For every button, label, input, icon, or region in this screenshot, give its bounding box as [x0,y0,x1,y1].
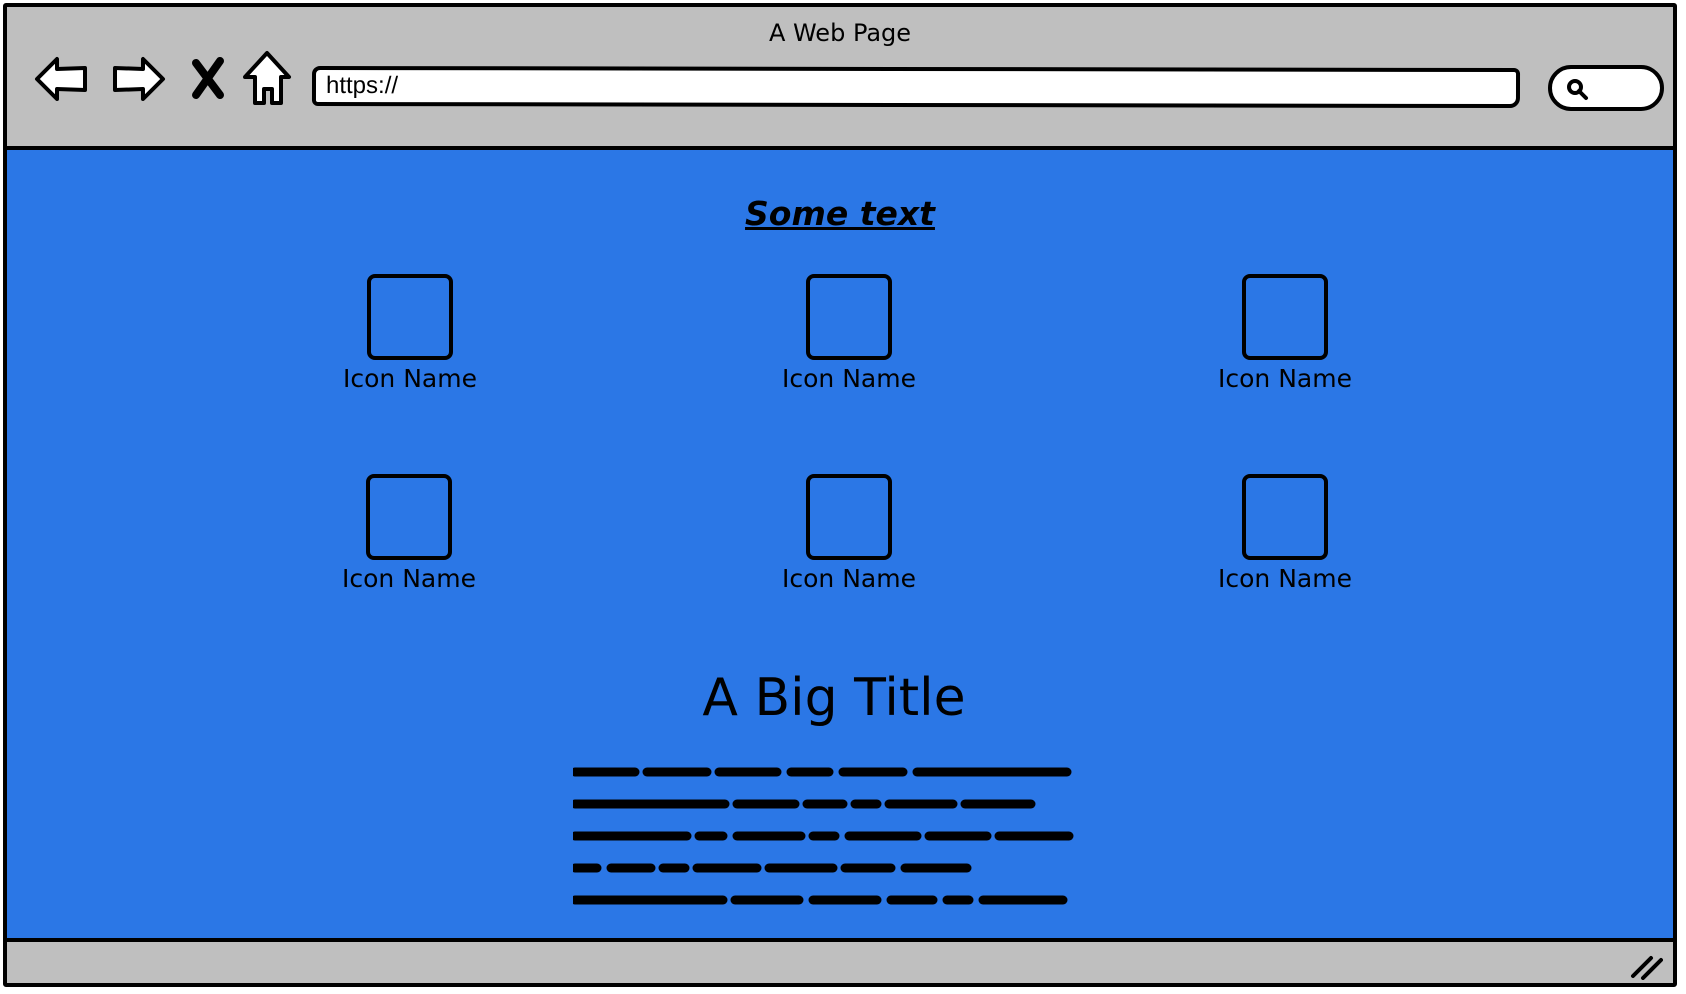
back-arrow-icon [35,57,87,101]
placeholder-icon [366,474,452,560]
back-button[interactable] [31,47,95,111]
icon-item[interactable]: Icon Name [1195,274,1375,404]
icon-label: Icon Name [343,364,477,393]
home-icon [243,51,291,105]
icon-item[interactable]: Icon Name [1195,474,1375,604]
window-title: A Web Page [768,19,912,47]
icon-label: Icon Name [782,364,916,393]
forward-arrow-icon [113,57,165,101]
page-content: Some text Icon Name Icon Name Icon Name … [7,146,1673,942]
placeholder-paragraph-scribble [573,767,1074,905]
search-icon [1567,79,1588,100]
icon-label: Icon Name [782,564,916,593]
icon-item[interactable]: Icon Name [320,274,500,404]
url-input[interactable] [315,69,1517,105]
some-text-link[interactable]: Some text [7,194,1673,233]
placeholder-icon [1242,274,1328,360]
address-bar[interactable] [311,65,1521,109]
close-x-icon [192,57,224,99]
search-box[interactable] [1548,65,1664,111]
placeholder-icon [806,274,892,360]
stop-button[interactable] [177,47,227,111]
home-button[interactable] [235,47,299,111]
placeholder-icon [367,274,453,360]
icon-item[interactable]: Icon Name [759,474,939,604]
placeholder-icon [806,474,892,560]
big-title: A Big Title [702,668,966,728]
icon-label: Icon Name [1218,364,1352,393]
resize-grip-icon[interactable] [1629,950,1663,980]
status-bar [7,942,1673,983]
browser-window: A Web Page Some text [3,3,1677,987]
placeholder-icon [1242,474,1328,560]
icon-item[interactable]: Icon Name [759,274,939,404]
forward-button[interactable] [105,47,169,111]
icon-label: Icon Name [342,564,476,593]
icon-item[interactable]: Icon Name [319,474,499,604]
icon-label: Icon Name [1218,564,1352,593]
